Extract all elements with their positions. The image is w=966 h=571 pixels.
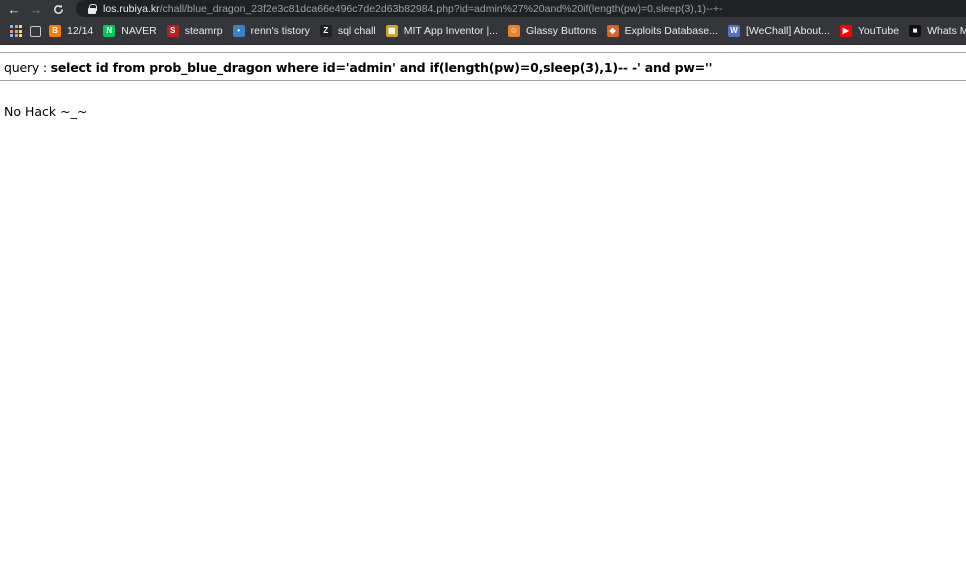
bookmark-label: sql chall bbox=[337, 25, 376, 37]
bookmark-label: Whats My IP Addr... bbox=[927, 25, 966, 37]
reading-list-button[interactable] bbox=[26, 20, 45, 42]
url-path: /chall/blue_dragon_23f2e3c81dca66e496c7d… bbox=[159, 2, 723, 15]
wechall-icon: W bbox=[727, 25, 740, 37]
whatsmyip-icon: ■ bbox=[909, 25, 922, 37]
app-inventor-icon: ▦ bbox=[385, 25, 398, 37]
divider-top bbox=[0, 52, 966, 53]
bookmark-item[interactable]: Ssteamrp bbox=[163, 20, 229, 42]
browser-toolbar: ← → los.rubiya.kr/chall/blue_dragon_23f2… bbox=[0, 0, 966, 18]
bookmark-item[interactable]: ☺ Glassy Buttons bbox=[504, 20, 603, 42]
tistory-icon: • bbox=[232, 25, 245, 37]
reload-button[interactable] bbox=[47, 0, 69, 18]
blogger-icon: B bbox=[49, 25, 61, 37]
address-bar[interactable]: los.rubiya.kr/chall/blue_dragon_23f2e3c8… bbox=[76, 0, 966, 17]
reload-icon bbox=[53, 4, 63, 14]
arrow-right-icon: → bbox=[29, 1, 43, 17]
z-icon: Z bbox=[319, 25, 332, 37]
bookmark-item[interactable]: N NAVER bbox=[99, 20, 162, 42]
bookmark-label: NAVER bbox=[121, 25, 157, 37]
bookmark-item[interactable]: W [WeChall] About... bbox=[724, 20, 836, 42]
bookmark-list: B 12/14 N NAVER Ssteamrp • renn's tistory Zsql … bbox=[45, 20, 966, 42]
bookmark-label: [WeChall] About... bbox=[745, 25, 830, 37]
bookmark-item[interactable]: ▦ MIT App Inventor |... bbox=[382, 20, 504, 42]
url-host: los.rubiya.kr bbox=[103, 2, 160, 15]
apps-button[interactable] bbox=[6, 20, 26, 42]
naver-icon: N bbox=[103, 25, 116, 37]
arrow-left-icon: ← bbox=[7, 1, 21, 17]
bookmark-label: MIT App Inventor |... bbox=[403, 25, 498, 37]
bookmark-item[interactable]: Zsql chall bbox=[316, 20, 382, 42]
bookmark-label: Glassy Buttons bbox=[525, 25, 597, 37]
divider-bottom bbox=[0, 80, 966, 81]
exploit-db-icon: ◆ bbox=[606, 25, 619, 37]
bookmark-folder-icon bbox=[30, 25, 41, 37]
bookmark-item[interactable]: • renn's tistory bbox=[229, 20, 316, 42]
lock-icon bbox=[88, 3, 97, 14]
bookmark-item[interactable]: ◆ Exploits Database... bbox=[603, 20, 724, 42]
bookmark-item[interactable]: ■ Whats My IP Addr... bbox=[905, 20, 966, 42]
query-sql: select id from prob_blue_dragon where id… bbox=[50, 60, 713, 75]
youtube-icon: ▶ bbox=[839, 25, 852, 37]
bookmark-label: Exploits Database... bbox=[624, 25, 718, 37]
steamrp-icon: S bbox=[166, 25, 179, 37]
bookmark-item[interactable]: ▶ YouTube bbox=[836, 20, 905, 42]
bookmark-item[interactable]: B 12/14 bbox=[45, 20, 99, 42]
back-button[interactable]: ← bbox=[3, 0, 25, 18]
bookmark-label: steamrp bbox=[184, 25, 223, 37]
apps-grid-icon bbox=[10, 25, 22, 37]
query-line: query : select id from prob_blue_dragon … bbox=[4, 60, 712, 75]
bookmarks-bar: B 12/14 N NAVER Ssteamrp • renn's tistory Zsql … bbox=[0, 18, 966, 45]
glassy-buttons-icon: ☺ bbox=[507, 25, 520, 37]
bookmark-label: renn's tistory bbox=[250, 25, 310, 37]
forward-button[interactable]: → bbox=[25, 0, 47, 18]
bookmark-label: YouTube bbox=[857, 25, 900, 37]
bookmark-label: 12/14 bbox=[67, 25, 94, 37]
query-label: query : bbox=[4, 60, 51, 75]
result-message: No Hack ~_~ bbox=[4, 104, 88, 119]
